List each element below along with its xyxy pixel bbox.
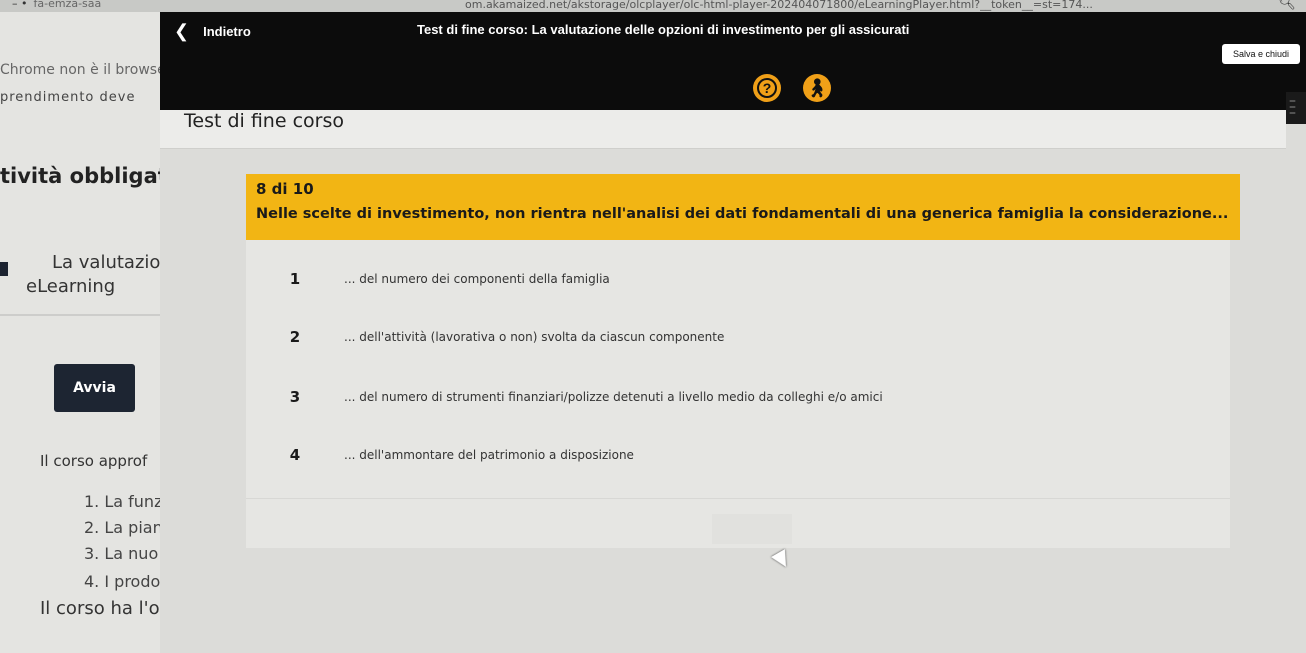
browser-tab-title[interactable]: fa-emza-saa: [12, 0, 102, 10]
elearning-player: ❮ Indietro Test di fine corso: La valuta…: [160, 12, 1306, 653]
menu-button[interactable]: [1286, 92, 1306, 124]
submit-button[interactable]: [712, 514, 792, 544]
partial-heading: prendimento deve: [0, 90, 136, 105]
accessibility-icon: 🚶︎: [805, 77, 829, 98]
answer-text: ... del numero di strumenti finanziari/p…: [344, 390, 883, 404]
browser-url-bar[interactable]: fa-emza-saa om.akamaized.net/akstorage/o…: [0, 0, 1306, 12]
answer-number: 1: [289, 270, 301, 288]
question-text: Nelle scelte di investimento, non rientr…: [256, 206, 1229, 222]
browser-notice: Chrome non è il browse: [0, 62, 160, 78]
answer-text: ... del numero dei componenti della fami…: [344, 272, 610, 286]
back-button[interactable]: ❮ Indietro: [174, 20, 251, 42]
answer-number: 4: [289, 446, 301, 464]
answer-list: 1 ... del numero dei componenti della fa…: [246, 240, 1230, 548]
answer-option-1[interactable]: 1 ... del numero dei componenti della fa…: [246, 260, 1226, 298]
course-title-line2[interactable]: eLearning: [26, 276, 146, 297]
chevron-left-icon: ❮: [174, 21, 190, 41]
course-intro-text: Il corso approf: [40, 452, 148, 470]
divider: [246, 498, 1230, 499]
activity-heading: tività obbligat: [0, 164, 168, 188]
answer-number: 3: [289, 388, 301, 406]
list-menu-icon: [1289, 98, 1303, 116]
magnifier-icon[interactable]: 🔍︎: [1278, 0, 1296, 10]
back-label: Indietro: [203, 23, 251, 39]
answer-option-3[interactable]: 3 ... del numero di strumenti finanziari…: [246, 378, 1226, 416]
save-and-close-button[interactable]: Salva e chiudi: [1222, 44, 1300, 64]
answer-option-4[interactable]: 4 ... dell'ammontare del patrimonio a di…: [246, 436, 1226, 474]
course-title-line1[interactable]: La valutazion: [52, 252, 172, 273]
divider: [0, 314, 160, 316]
question-counter: 8 di 10: [256, 180, 314, 198]
answer-number: 2: [289, 328, 301, 346]
section-header: Test di fine corso: [160, 110, 1286, 149]
start-course-button[interactable]: Avvia: [54, 364, 135, 412]
closing-text: Il corso ha l'o: [40, 598, 160, 619]
question-mark-icon: ?: [757, 78, 777, 98]
player-header: ❮ Indietro Test di fine corso: La valuta…: [160, 12, 1306, 110]
answer-text: ... dell'ammontare del patrimonio a disp…: [344, 448, 634, 462]
background-course-page: Chrome non è il browse prendimento deve …: [0, 12, 172, 653]
accessibility-button[interactable]: 🚶︎: [803, 74, 831, 102]
question-card: 8 di 10 Nelle scelte di investimento, no…: [246, 174, 1240, 240]
url-text[interactable]: om.akamaized.net/akstorage/olcplayer/olc…: [465, 0, 1093, 11]
section-title: Test di fine corso: [184, 110, 344, 132]
answer-option-2[interactable]: 2 ... dell'attività (lavorativa o non) s…: [246, 318, 1226, 356]
course-title: Test di fine corso: La valutazione delle…: [417, 22, 910, 37]
answer-text: ... dell'attività (lavorativa o non) svo…: [344, 330, 725, 344]
course-type-icon: [0, 262, 8, 276]
help-button[interactable]: ?: [753, 74, 781, 102]
